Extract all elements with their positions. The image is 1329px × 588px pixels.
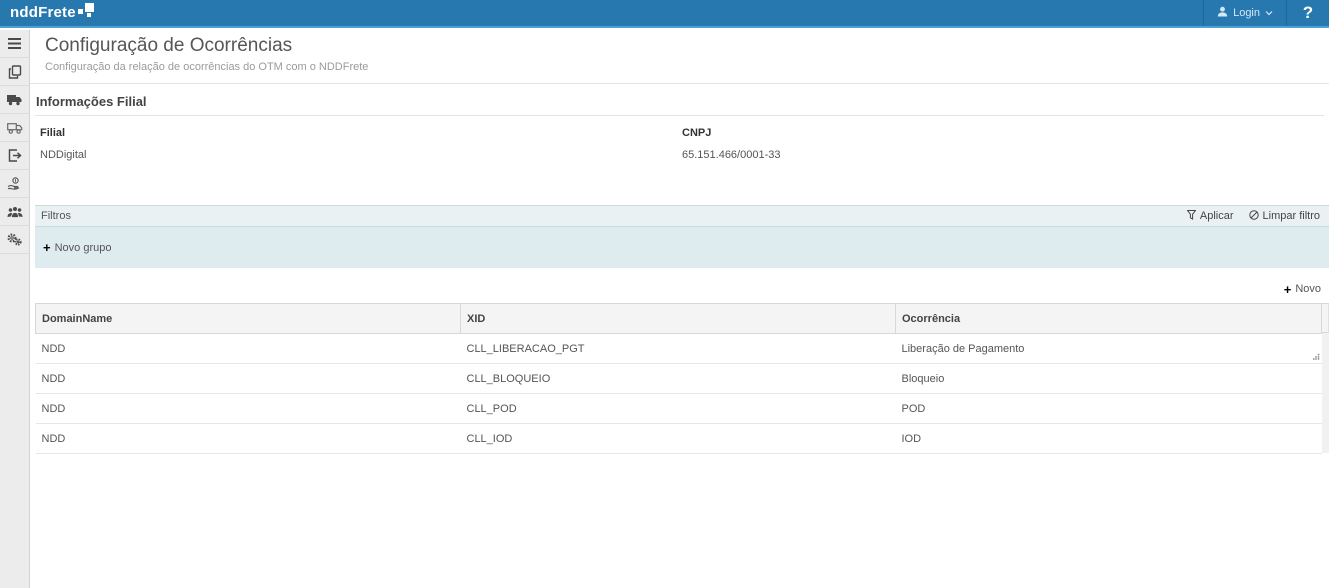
apply-filter-button[interactable]: Aplicar: [1187, 210, 1234, 223]
section-heading-informacoes-filial: Informações Filial: [35, 94, 1324, 116]
column-header-1[interactable]: XID: [461, 304, 896, 334]
slash-circle-icon: [1249, 210, 1259, 223]
table-cell: Liberação de Pagamento: [896, 334, 1322, 364]
branch-info-fields: Filial NDDigital CNPJ 65.151.466/0001-33: [40, 127, 1324, 161]
new-button-label: Novo: [1295, 283, 1321, 295]
apply-filter-label: Aplicar: [1200, 210, 1234, 222]
resize-grip-icon: [1313, 347, 1320, 354]
table-cell: CLL_IOD: [461, 424, 896, 454]
sidebar-item-users[interactable]: [0, 198, 29, 226]
app-logo-icon: [78, 3, 94, 19]
column-header-0[interactable]: DomainName: [36, 304, 461, 334]
new-group-label: Novo grupo: [55, 242, 112, 254]
table-cell: NDD: [36, 364, 461, 394]
field-cnpj-label: CNPJ: [682, 127, 1324, 139]
table-cell: IOD: [896, 424, 1322, 454]
help-button[interactable]: ?: [1287, 0, 1329, 26]
sidebar: [0, 30, 30, 588]
column-header-2[interactable]: Ocorrência: [896, 304, 1322, 334]
table-cell: Bloqueio: [896, 364, 1322, 394]
table-cell: CLL_BLOQUEIO: [461, 364, 896, 394]
table-scrollbar-track[interactable]: [1322, 303, 1329, 454]
plus-icon: +: [43, 242, 51, 253]
users-icon: [7, 206, 23, 218]
field-cnpj: CNPJ 65.151.466/0001-33: [682, 127, 1324, 161]
filters-panel: Filtros Aplicar Limpar filtro +: [35, 205, 1329, 268]
filters-body: + Novo grupo: [35, 227, 1329, 268]
app-logo: nddFrete: [10, 2, 94, 24]
table-cell: CLL_POD: [461, 394, 896, 424]
field-filial-value: NDDigital: [40, 149, 682, 161]
sidebar-item-documents[interactable]: [0, 58, 29, 86]
table-cell: NDD: [36, 334, 461, 364]
sidebar-item-truck-outline[interactable]: [0, 114, 29, 142]
table-cell: NDD: [36, 424, 461, 454]
page-subtitle: Configuração da relação de ocorrências d…: [45, 61, 1329, 73]
app-logo-text: nddFrete: [10, 2, 76, 24]
filters-title: Filtros: [41, 210, 71, 222]
user-icon: [1217, 6, 1228, 20]
table-cell: CLL_LIBERACAO_PGT: [461, 334, 896, 364]
main-content: Configuração de Ocorrências Configuração…: [30, 30, 1329, 588]
hand-coin-icon: [7, 177, 22, 190]
login-label: Login: [1233, 7, 1260, 19]
table-cell: POD: [896, 394, 1322, 424]
table-cell: NDD: [36, 394, 461, 424]
field-filial: Filial NDDigital: [40, 127, 682, 161]
clear-filter-button[interactable]: Limpar filtro: [1249, 210, 1320, 223]
sidebar-item-hand-coin[interactable]: [0, 170, 29, 198]
plus-icon: +: [1284, 284, 1292, 295]
sidebar-item-settings[interactable]: [0, 226, 29, 254]
exit-icon: [8, 149, 22, 162]
documents-icon: [8, 65, 22, 79]
settings-gears-icon: [7, 233, 22, 246]
funnel-icon: [1187, 210, 1196, 223]
truck-icon: [7, 94, 22, 106]
sidebar-item-truck[interactable]: [0, 86, 29, 114]
login-menu[interactable]: Login: [1204, 0, 1286, 26]
menu-icon: [8, 38, 21, 49]
new-button[interactable]: + Novo: [1284, 283, 1321, 295]
occurrences-grid: DomainNameXIDOcorrência NDDCLL_LIBERACAO…: [35, 303, 1329, 454]
occurrences-table: DomainNameXIDOcorrência NDDCLL_LIBERACAO…: [35, 303, 1322, 454]
new-group-button[interactable]: + Novo grupo: [43, 242, 111, 254]
field-cnpj-value: 65.151.466/0001-33: [682, 149, 1324, 161]
top-bar: nddFrete Login ?: [0, 0, 1329, 28]
table-toolbar: + Novo: [30, 283, 1321, 295]
table-header-row: DomainNameXIDOcorrência: [36, 304, 1322, 334]
truck-outline-icon: [7, 122, 23, 134]
table-row[interactable]: NDDCLL_LIBERACAO_PGTLiberação de Pagamen…: [36, 334, 1322, 364]
table-row[interactable]: NDDCLL_IODIOD: [36, 424, 1322, 454]
sidebar-item-exit[interactable]: [0, 142, 29, 170]
table-row[interactable]: NDDCLL_PODPOD: [36, 394, 1322, 424]
clear-filter-label: Limpar filtro: [1263, 210, 1320, 222]
chevron-down-icon: [1265, 7, 1273, 19]
sidebar-item-menu[interactable]: [0, 30, 29, 58]
table-row[interactable]: NDDCLL_BLOQUEIOBloqueio: [36, 364, 1322, 394]
field-filial-label: Filial: [40, 127, 682, 139]
page-title: Configuração de Ocorrências: [45, 35, 1329, 57]
filters-header: Filtros Aplicar Limpar filtro: [35, 206, 1329, 227]
page-header: Configuração de Ocorrências Configuração…: [30, 30, 1329, 84]
